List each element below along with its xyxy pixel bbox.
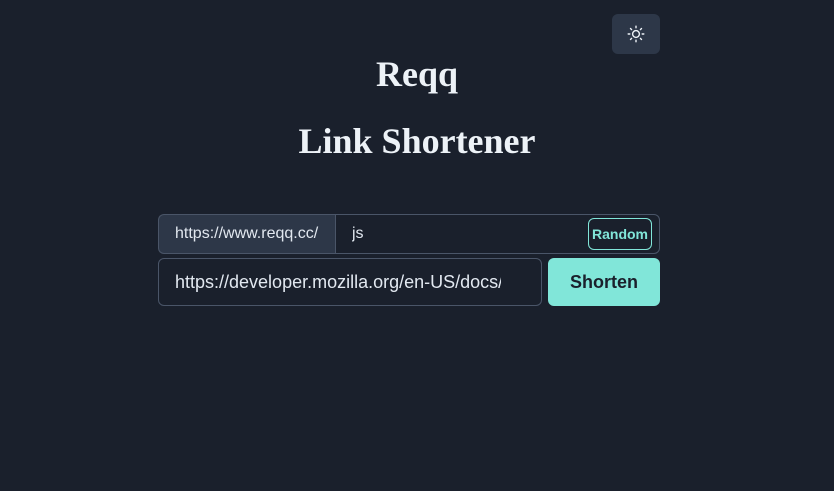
theme-toggle-button[interactable] bbox=[612, 14, 660, 54]
brand-title: Reqq bbox=[375, 54, 459, 94]
alias-input-group: https://www.reqq.cc/ Random bbox=[158, 214, 660, 254]
random-alias-button[interactable]: Random bbox=[588, 218, 652, 250]
sun-icon bbox=[627, 25, 645, 43]
url-prefix-addon: https://www.reqq.cc/ bbox=[158, 214, 335, 254]
page-subtitle: Link Shortener bbox=[298, 121, 536, 161]
long-url-input[interactable] bbox=[158, 258, 542, 306]
alias-field-wrapper: Random bbox=[335, 214, 660, 254]
shorten-button[interactable]: Shorten bbox=[548, 258, 660, 306]
